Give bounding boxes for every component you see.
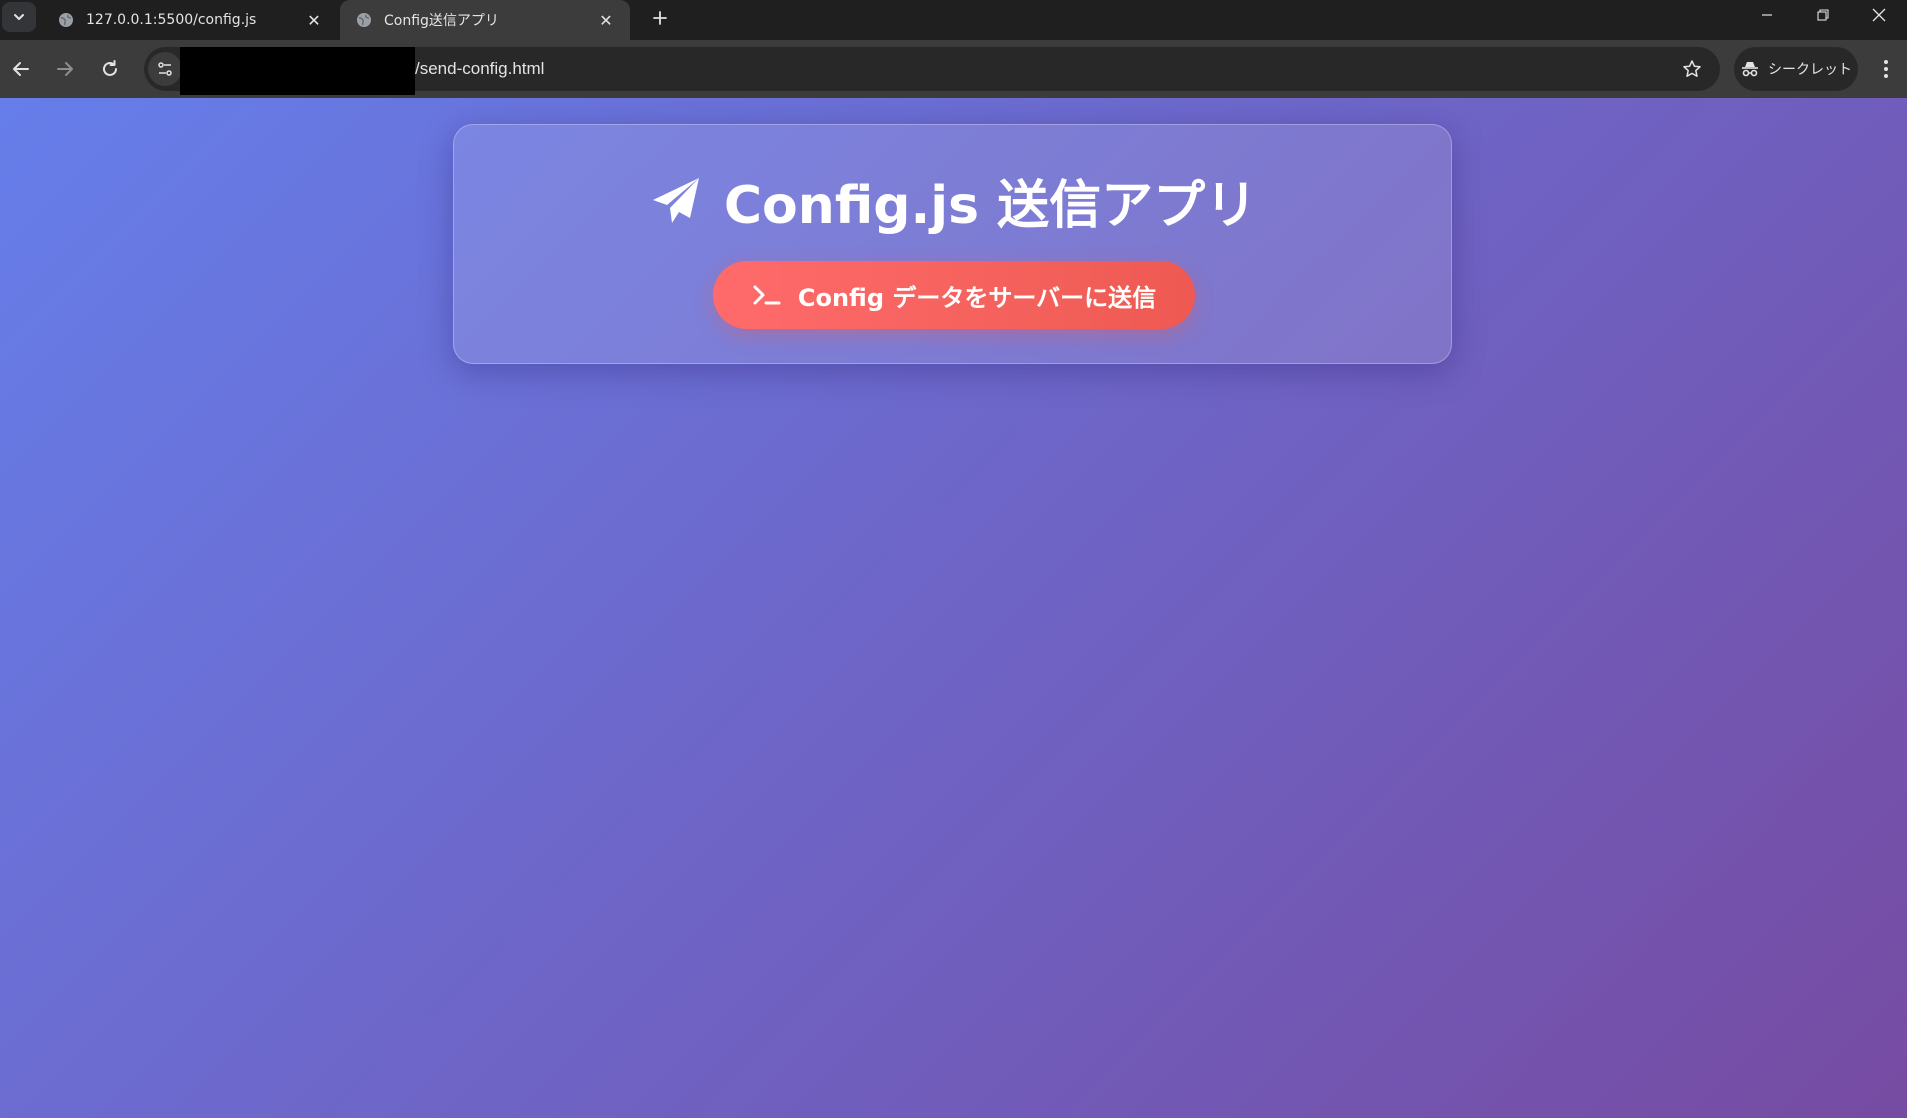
browser-window: 127.0.0.1:5500/config.js ✕ Config送信アプリ ✕	[0, 0, 1907, 1118]
page-viewport: Config.js 送信アプリ Config データをサーバーに送信	[0, 98, 1907, 1118]
tab-config-app[interactable]: Config送信アプリ ✕	[340, 0, 630, 40]
app-card: Config.js 送信アプリ Config データをサーバーに送信	[453, 124, 1452, 364]
restore-icon	[1817, 9, 1829, 21]
tune-icon	[158, 62, 172, 76]
terminal-icon	[753, 285, 781, 305]
chevron-down-icon	[14, 14, 24, 20]
back-button[interactable]	[4, 52, 38, 86]
close-icon	[1872, 8, 1886, 22]
incognito-indicator[interactable]: シークレット	[1734, 47, 1858, 91]
page-title-text: Config.js 送信アプリ	[723, 176, 1258, 236]
more-vertical-icon	[1884, 60, 1888, 78]
tab-strip: 127.0.0.1:5500/config.js ✕ Config送信アプリ ✕	[0, 0, 1907, 40]
new-tab-button[interactable]	[646, 4, 674, 32]
globe-icon	[356, 12, 372, 28]
bookmark-star-button[interactable]	[1680, 57, 1704, 81]
globe-icon	[58, 12, 74, 28]
reload-icon	[103, 60, 117, 76]
paper-plane-icon	[652, 177, 699, 223]
tab-title: 127.0.0.1:5500/config.js	[86, 12, 257, 28]
send-config-button[interactable]: Config データをサーバーに送信	[713, 261, 1195, 329]
plus-icon	[653, 11, 667, 25]
page-title: Config.js 送信アプリ	[454, 163, 1453, 238]
redacted-url-region	[180, 47, 415, 95]
send-config-button-label: Config データをサーバーに送信	[797, 283, 1157, 312]
close-icon[interactable]: ✕	[596, 10, 616, 30]
arrow-right-icon	[57, 62, 73, 76]
incognito-icon	[1742, 62, 1758, 77]
minimize-icon	[1762, 14, 1772, 16]
browser-menu-button[interactable]	[1872, 52, 1900, 86]
star-icon	[1683, 60, 1701, 77]
reload-button[interactable]	[93, 52, 127, 86]
arrow-left-icon	[13, 62, 29, 76]
tab-search-button[interactable]	[2, 2, 36, 32]
close-window-button[interactable]	[1851, 0, 1907, 30]
address-bar[interactable]: /send-config.html	[144, 47, 1720, 95]
close-icon[interactable]: ✕	[304, 10, 324, 30]
site-info-button[interactable]	[148, 52, 182, 86]
window-controls	[1739, 0, 1907, 32]
forward-button[interactable]	[48, 52, 82, 86]
tab-title: Config送信アプリ	[384, 13, 499, 29]
url-text: /send-config.html	[415, 59, 545, 78]
incognito-label: シークレット	[1768, 62, 1852, 78]
restore-button[interactable]	[1795, 0, 1851, 30]
minimize-button[interactable]	[1739, 0, 1795, 30]
browser-toolbar: /send-config.html シークレット	[0, 40, 1907, 98]
tab-config-js[interactable]: 127.0.0.1:5500/config.js ✕	[42, 0, 338, 40]
